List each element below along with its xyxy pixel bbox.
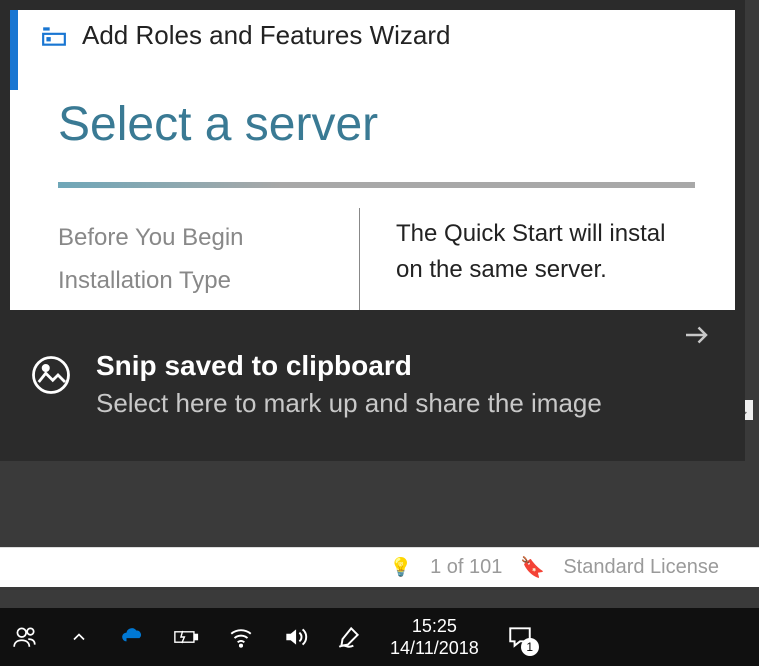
arrow-right-icon[interactable] — [681, 320, 711, 350]
thumbnail-body-line: The Quick Start will instal — [396, 216, 735, 252]
bulb-icon: 💡 — [390, 557, 412, 578]
action-center-icon[interactable]: 1 — [507, 624, 533, 650]
notification-body[interactable]: Snip saved to clipboard Select here to m… — [10, 330, 735, 431]
count-text: 1 of 101 — [430, 556, 502, 579]
battery-icon[interactable] — [174, 624, 200, 650]
thumbnail-window-header: Add Roles and Features Wizard — [10, 10, 735, 57]
thumbnail-heading: Select a server — [10, 57, 735, 182]
bookmark-icon: 🔖 — [520, 555, 545, 580]
thumbnail-steps-column: Before You Begin Installation Type — [10, 208, 360, 310]
taskbar: 15:25 14/11/2018 1 — [0, 608, 759, 666]
snip-thumbnail: Add Roles and Features Wizard Select a s… — [10, 10, 735, 310]
people-icon[interactable] — [12, 624, 38, 650]
thumbnail-divider — [58, 182, 695, 188]
snip-icon — [30, 354, 72, 396]
thumbnail-columns: Before You Begin Installation Type The Q… — [10, 208, 735, 310]
volume-icon[interactable] — [282, 624, 308, 650]
onedrive-icon[interactable] — [120, 624, 146, 650]
background-app-statusbar: 💡 1 of 101 🔖 Standard License — [0, 547, 759, 587]
tray-overflow-icon[interactable] — [66, 624, 92, 650]
wifi-icon[interactable] — [228, 624, 254, 650]
server-manager-icon — [40, 23, 68, 49]
taskbar-clock[interactable]: 15:25 14/11/2018 — [390, 615, 479, 660]
thumbnail-body-line: on the same server. — [396, 252, 735, 288]
wizard-step: Installation Type — [58, 259, 359, 302]
license-text: Standard License — [563, 556, 719, 579]
pen-icon[interactable] — [336, 624, 362, 650]
taskbar-date: 14/11/2018 — [390, 637, 479, 660]
thumbnail-window-title: Add Roles and Features Wizard — [82, 20, 451, 51]
notification-subtitle: Select here to mark up and share the ima… — [96, 386, 616, 421]
taskbar-time: 15:25 — [390, 615, 479, 638]
toast-notification[interactable]: Add Roles and Features Wizard Select a s… — [0, 0, 745, 461]
thumbnail-body-column: The Quick Start will instal on the same … — [360, 208, 735, 310]
wizard-step: Before You Begin — [58, 216, 359, 259]
notification-badge: 1 — [521, 638, 539, 656]
accent-bar — [10, 10, 18, 90]
notification-title: Snip saved to clipboard — [96, 350, 719, 382]
